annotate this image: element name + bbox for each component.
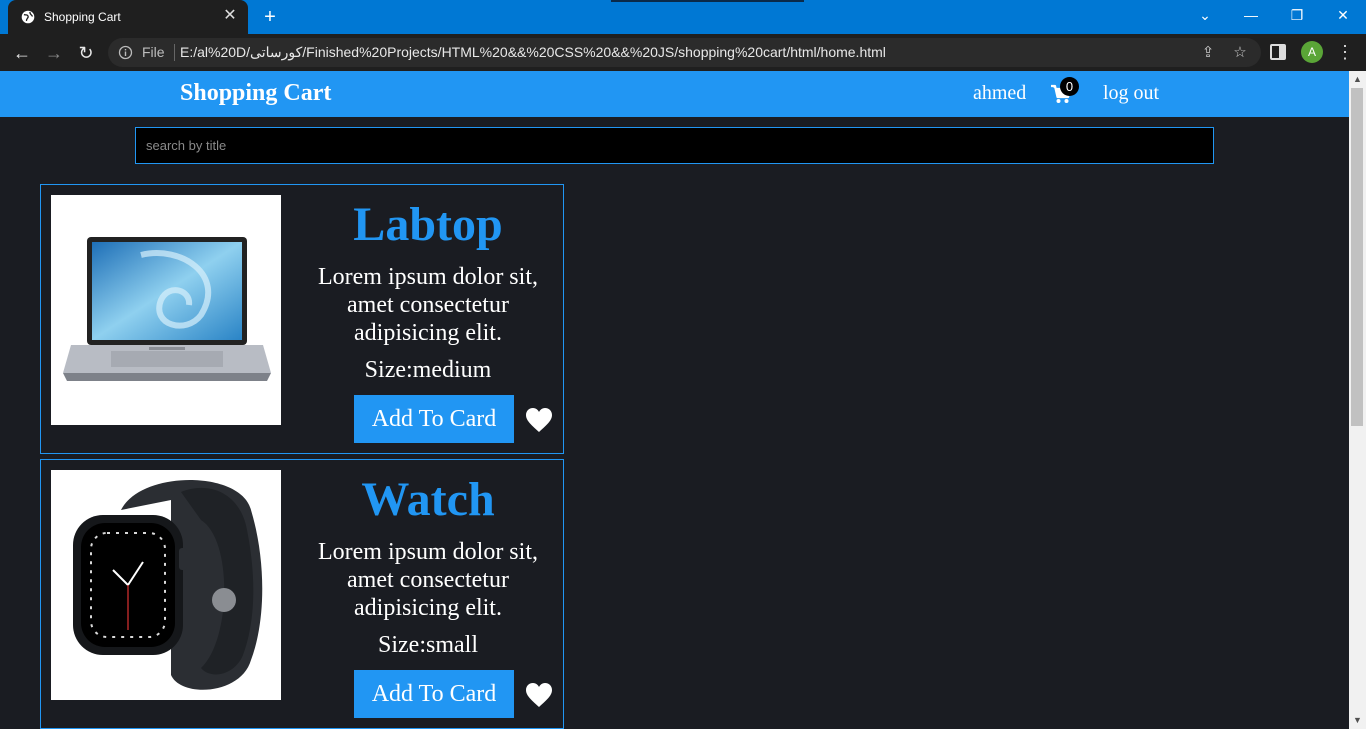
close-window-icon[interactable]: ✕ — [1330, 4, 1356, 26]
product-image — [51, 195, 281, 425]
username-label[interactable]: ahmed — [973, 82, 1026, 105]
scroll-down-arrow-icon[interactable]: ▼ — [1349, 712, 1366, 729]
minimize-icon[interactable]: — — [1238, 4, 1264, 26]
product-size: Size:small — [378, 632, 478, 658]
back-arrow-icon[interactable]: ← — [9, 40, 35, 66]
tab-search-icon[interactable]: ⌄ — [1192, 4, 1218, 26]
product-card-watch: Watch Lorem ipsum dolor sit, amet consec… — [40, 459, 564, 729]
tab-title: Shopping Cart — [44, 10, 121, 24]
heart-icon[interactable] — [525, 407, 553, 433]
product-title: Labtop — [353, 198, 503, 251]
product-description: Lorem ipsum dolor sit, amet consectetur … — [318, 539, 538, 621]
url-text[interactable]: E:/al%20D/كورساتى/Finished%20Projects/HT… — [180, 44, 886, 61]
profile-avatar[interactable]: A — [1301, 41, 1323, 63]
product-image — [51, 470, 281, 700]
reload-icon[interactable]: ↻ — [73, 40, 99, 66]
scroll-thumb[interactable] — [1351, 88, 1363, 426]
scroll-up-arrow-icon[interactable]: ▲ — [1349, 71, 1366, 88]
menu-kebab-icon[interactable]: ⋮ — [1336, 40, 1354, 64]
page-scrollbar[interactable]: ▲ ▼ — [1349, 71, 1366, 729]
heart-icon[interactable] — [525, 682, 553, 708]
page-viewport: Shopping Cart ahmed 0 log out search by … — [0, 71, 1349, 729]
smartwatch-image-icon — [73, 480, 263, 690]
product-title: Watch — [361, 473, 495, 526]
logout-link[interactable]: log out — [1103, 82, 1159, 105]
product-size: Size:medium — [364, 357, 492, 383]
site-header: Shopping Cart ahmed 0 log out — [0, 71, 1349, 117]
cart-count-badge: 0 — [1060, 77, 1079, 96]
search-input[interactable] — [135, 127, 1214, 164]
info-icon[interactable] — [118, 45, 133, 60]
add-to-cart-button[interactable]: Add To Card — [354, 395, 514, 443]
side-panel-icon[interactable] — [1270, 44, 1286, 60]
browser-tab-bar: Shopping Cart ✕ + ⌄ — ❐ ✕ — [0, 0, 1366, 34]
close-tab-icon[interactable]: ✕ — [222, 8, 238, 24]
browser-tab[interactable]: Shopping Cart ✕ — [8, 0, 248, 34]
bookmark-star-icon[interactable]: ☆ — [1230, 43, 1250, 63]
address-separator — [174, 44, 175, 61]
new-tab-button[interactable]: + — [258, 6, 282, 28]
product-card-laptop: Labtop Lorem ipsum dolor sit, amet conse… — [40, 184, 564, 454]
restore-icon[interactable]: ❐ — [1284, 4, 1310, 26]
address-bar[interactable]: File E:/al%20D/كورساتى/Finished%20Projec… — [108, 38, 1261, 67]
address-toolbar: ← → ↻ File E:/al%20D/كورساتى/Finished%20… — [0, 34, 1366, 71]
globe-icon — [21, 10, 35, 24]
file-scheme-label: File — [142, 44, 165, 60]
site-brand[interactable]: Shopping Cart — [180, 80, 331, 107]
share-icon[interactable]: ⇪ — [1198, 43, 1218, 63]
add-to-cart-button[interactable]: Add To Card — [354, 670, 514, 718]
tab-strip-indicator — [611, 0, 804, 2]
forward-arrow-icon[interactable]: → — [41, 40, 67, 66]
laptop-image-icon — [63, 237, 271, 381]
product-description: Lorem ipsum dolor sit, amet consectetur … — [318, 264, 538, 346]
